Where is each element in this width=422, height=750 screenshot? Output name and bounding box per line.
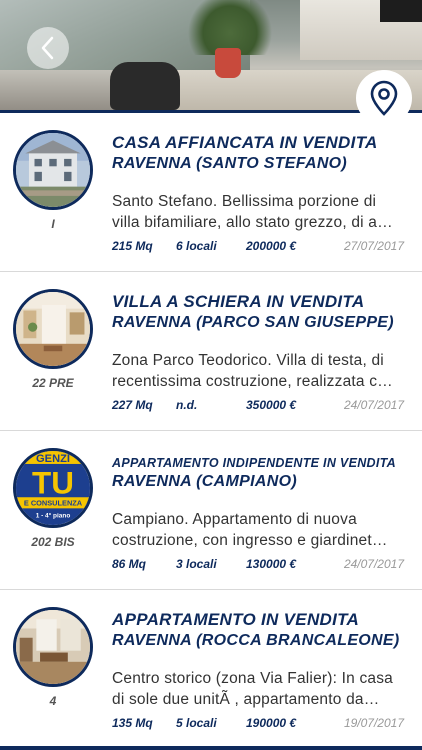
listing-description: Centro storico (zona Via Falier): In cas… <box>112 670 394 708</box>
listing-thumbnail <box>13 607 93 687</box>
listing-description: Santo Stefano. Bellissima porzione di vi… <box>112 193 393 231</box>
interior-photo <box>16 292 90 366</box>
listing-description: Zona Parco Teodorico. Villa di testa, di… <box>112 352 393 390</box>
listing-date: 24/07/2017 <box>343 398 404 412</box>
listing-reference: 22 PRE <box>32 376 74 390</box>
listing-description: Campiano. Appartamento di nuova costruzi… <box>112 511 388 549</box>
listing-title: APPARTAMENTO IN VENDITA <box>112 610 360 629</box>
agency-logo: GENZI TU E CONSULENZA 1 - 4° piano <box>16 451 90 525</box>
header-pot <box>215 48 241 78</box>
bottom-divider <box>0 746 422 750</box>
listing-city: RAVENNA (SANTO STEFANO) <box>112 155 348 172</box>
listing-stats: 227 Mq n.d. 350000 € 24/07/2017 <box>112 398 412 414</box>
header-plant <box>180 0 280 55</box>
header-monitor <box>380 0 422 22</box>
logo-text-4: 1 - 4° piano <box>36 512 71 520</box>
listing-item[interactable]: 4 APPARTAMENTO IN VENDITA RAVENNA (ROCCA… <box>0 590 422 749</box>
listing-title: CASA AFFIANCATA IN VENDITA <box>112 133 378 152</box>
house-photo <box>16 133 90 207</box>
listing-item[interactable]: GENZI TU E CONSULENZA 1 - 4° piano 202 B… <box>0 431 422 590</box>
listing-city: RAVENNA (CAMPIANO) <box>112 473 297 490</box>
listing-item[interactable]: 22 PRE VILLA A SCHIERA IN VENDITA RAVENN… <box>0 272 422 431</box>
listing-date: 24/07/2017 <box>343 557 404 571</box>
logo-text-1: GENZI <box>36 453 70 465</box>
listing-city: RAVENNA (ROCCA BRANCALEONE) <box>112 632 400 649</box>
logo-text-2: TU <box>32 466 74 501</box>
listing-reference: I <box>51 217 55 231</box>
listing-stats: 86 Mq 3 locali 130000 € 24/07/2017 <box>112 557 412 573</box>
location-pin-icon <box>370 80 398 116</box>
back-button[interactable] <box>27 27 69 69</box>
listing-thumbnail: GENZI TU E CONSULENZA 1 - 4° piano <box>13 448 93 528</box>
listing-city: RAVENNA (PARCO SAN GIUSEPPE) <box>112 314 394 331</box>
listing-date: 19/07/2017 <box>343 716 404 730</box>
listing-list[interactable]: I CASA AFFIANCATA IN VENDITA RAVENNA (SA… <box>0 113 422 749</box>
listing-price: 200000 € <box>246 239 297 253</box>
listing-title: VILLA A SCHIERA IN VENDITA <box>112 292 365 311</box>
header-chair <box>110 62 180 110</box>
listing-stats: 135 Mq 5 locali 190000 € 19/07/2017 <box>112 716 412 732</box>
listing-surface: 135 Mq <box>112 716 153 730</box>
listing-thumbnail <box>13 289 93 369</box>
listing-price: 350000 € <box>246 398 297 412</box>
listing-stats: 215 Mq 6 locali 200000 € 27/07/2017 <box>112 239 412 255</box>
listing-surface: 86 Mq <box>112 557 147 571</box>
listing-reference: 4 <box>49 694 57 708</box>
listing-surface: 227 Mq <box>112 398 153 412</box>
room-photo <box>16 610 90 684</box>
listing-item[interactable]: I CASA AFFIANCATA IN VENDITA RAVENNA (SA… <box>0 113 422 272</box>
listing-price: 190000 € <box>246 716 297 730</box>
listing-thumbnail <box>13 130 93 210</box>
listing-rooms: 6 locali <box>176 239 217 253</box>
listing-rooms: 3 locali <box>176 557 217 571</box>
logo-text-3: E CONSULENZA <box>24 499 83 508</box>
listing-title: APPARTAMENTO INDIPENDENTE IN VENDITA <box>112 456 396 470</box>
chevron-left-icon <box>41 36 54 60</box>
listing-rooms: 5 locali <box>176 716 217 730</box>
listing-surface: 215 Mq <box>112 239 153 253</box>
listing-date: 27/07/2017 <box>343 239 404 253</box>
listing-rooms: n.d. <box>176 398 198 412</box>
listing-price: 130000 € <box>246 557 297 571</box>
listing-reference: 202 BIS <box>31 535 75 549</box>
